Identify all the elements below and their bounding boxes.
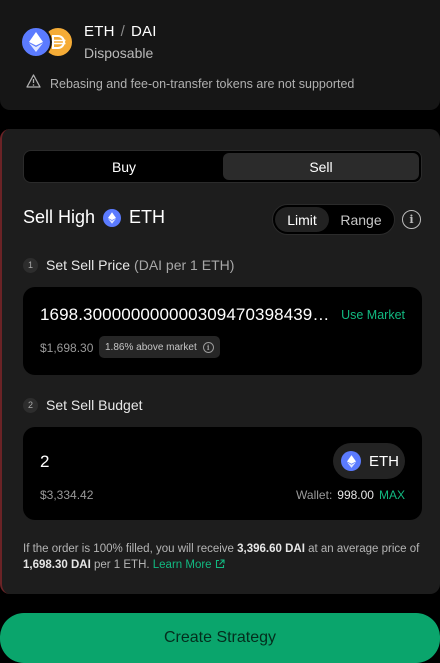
wallet-label: Wallet:: [296, 488, 333, 502]
buy-sell-toggle: Buy Sell: [23, 150, 422, 183]
budget-token-symbol: ETH: [369, 452, 399, 470]
use-market-button[interactable]: Use Market: [341, 308, 405, 322]
pair-separator: /: [120, 23, 125, 40]
base-token-symbol: ETH: [84, 23, 115, 40]
sell-price-input[interactable]: 1698.30000000000030947039843977...: [40, 305, 338, 325]
summary-text: at an average price of: [304, 543, 420, 555]
warning-text: Rebasing and fee-on-transfer tokens are …: [50, 76, 355, 91]
average-price: 1,698.30 DAI: [23, 559, 91, 571]
pair-title: ETH / DAI: [84, 23, 157, 40]
limit-tab[interactable]: Limit: [275, 207, 329, 232]
summary-text: per 1 ETH.: [90, 559, 153, 571]
receive-amount: 3,396.60 DAI: [237, 543, 305, 555]
buy-tab[interactable]: Buy: [26, 153, 222, 180]
sell-tab[interactable]: Sell: [223, 153, 419, 180]
sell-budget-input[interactable]: 2: [40, 452, 49, 472]
quote-token-symbol: DAI: [130, 23, 157, 40]
strategy-type-label: Disposable: [84, 45, 154, 61]
step-number: 2: [23, 397, 38, 413]
limit-range-toggle: Limit Range: [272, 204, 395, 235]
create-strategy-button[interactable]: Create Strategy: [0, 613, 440, 663]
warning-icon: [26, 74, 41, 93]
external-link-icon: [215, 559, 225, 569]
token-warning: Rebasing and fee-on-transfer tokens are …: [26, 74, 354, 93]
budget-token-selector[interactable]: ETH: [333, 443, 405, 479]
learn-more-label: Learn More: [152, 559, 212, 571]
order-summary: If the order is 100% filled, you will re…: [23, 541, 423, 573]
step-sell-price: 1 Set Sell Price (DAI per 1 ETH): [23, 257, 234, 273]
order-panel: Buy Sell Sell High ETH Limit Range i 1 S…: [0, 129, 440, 594]
wallet-amount: 998.00: [337, 488, 374, 502]
summary-text: If the order is 100% filled, you will re…: [23, 543, 238, 555]
section-token: ETH: [129, 207, 166, 227]
token-pair-icons: [20, 26, 74, 58]
section-title: Sell High ETH: [23, 207, 165, 228]
step-number: 1: [23, 257, 38, 273]
max-button[interactable]: MAX: [379, 488, 405, 502]
section-title-text: Sell High: [23, 207, 96, 227]
range-tab[interactable]: Range: [331, 207, 391, 232]
step-sell-budget: 2 Set Sell Budget: [23, 397, 143, 413]
step-unit: (DAI per 1 ETH): [134, 257, 235, 273]
info-icon[interactable]: i: [402, 210, 421, 229]
market-diff-text: 1.86% above market: [105, 341, 197, 353]
info-icon[interactable]: i: [202, 341, 214, 353]
sell-budget-card: 2 ETH $3,334.42 Wallet: 998.00 MAX: [23, 427, 422, 520]
market-diff-badge: 1.86% above market i: [99, 336, 220, 358]
eth-icon: [341, 451, 361, 471]
step-title: Set Sell Budget: [46, 397, 143, 413]
step-title: Set Sell Price: [46, 257, 131, 273]
sell-budget-usd: $3,334.42: [40, 488, 94, 502]
sell-price-usd: $1,698.30: [40, 341, 94, 355]
eth-icon: [103, 208, 122, 227]
wallet-balance: Wallet: 998.00 MAX: [296, 488, 405, 502]
learn-more-link[interactable]: Learn More: [153, 559, 225, 571]
pair-header: ETH / DAI Disposable Rebasing and fee-on-t…: [0, 0, 440, 110]
sell-price-card: 1698.30000000000030947039843977... Use M…: [23, 287, 422, 375]
eth-token-icon: [20, 26, 52, 58]
